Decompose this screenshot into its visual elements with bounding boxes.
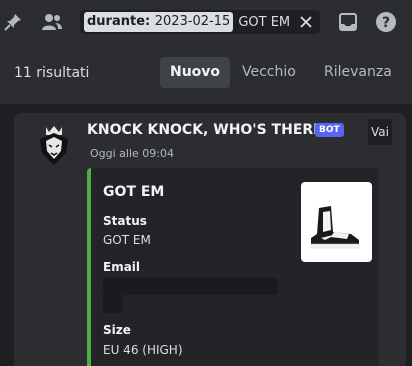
message-author[interactable]: KNOCK KNOCK, WHO'S THERE? bbox=[87, 122, 331, 138]
embed-title: GOT EM bbox=[103, 184, 165, 200]
field-name-email: Email bbox=[103, 260, 141, 274]
field-value-size: EU 46 (HIGH) bbox=[103, 343, 183, 357]
filter-key: durante: bbox=[87, 14, 151, 29]
search-result-message[interactable]: KNOCK KNOCK, WHO'S THERE? BOT Vai Oggi a… bbox=[14, 113, 406, 366]
tab-newest[interactable]: Nuovo bbox=[160, 57, 231, 88]
message-embed: GOT EM Status GOT EM Email Size EU 46 (H… bbox=[87, 168, 379, 366]
search-input[interactable]: durante: 2023-02-15 GOT EM bbox=[80, 10, 320, 34]
avatar[interactable] bbox=[34, 123, 74, 167]
help-icon[interactable]: ? bbox=[375, 11, 397, 33]
search-results-header: 11 risultati Nuovo Vecchio Rilevanza bbox=[0, 44, 412, 104]
tab-relevance[interactable]: Rilevanza bbox=[314, 57, 402, 88]
search-filter-chip[interactable]: durante: 2023-02-15 bbox=[84, 12, 234, 32]
field-name-size: Size bbox=[103, 323, 131, 337]
field-name-status: Status bbox=[103, 214, 147, 228]
email-spoiler[interactable] bbox=[103, 278, 278, 295]
clear-search-icon[interactable] bbox=[298, 14, 314, 30]
top-bar: durante: 2023-02-15 GOT EM ? bbox=[0, 0, 412, 44]
sneaker-thumbnail[interactable] bbox=[301, 182, 372, 262]
jump-button[interactable]: Vai bbox=[368, 119, 392, 145]
message-timestamp: Oggi alle 09:04 bbox=[90, 147, 174, 160]
filter-value: 2023-02-15 bbox=[154, 14, 231, 29]
results-count: 11 risultati bbox=[14, 65, 90, 81]
bot-badge: BOT bbox=[315, 123, 344, 137]
pin-icon[interactable] bbox=[2, 11, 24, 33]
members-icon[interactable] bbox=[41, 11, 63, 33]
field-value-status: GOT EM bbox=[103, 233, 151, 247]
email-spoiler-tail[interactable] bbox=[103, 294, 123, 313]
tab-oldest[interactable]: Vecchio bbox=[232, 57, 306, 88]
search-query: GOT EM bbox=[238, 14, 291, 30]
inbox-icon[interactable] bbox=[337, 11, 359, 33]
svg-text:?: ? bbox=[382, 15, 390, 31]
